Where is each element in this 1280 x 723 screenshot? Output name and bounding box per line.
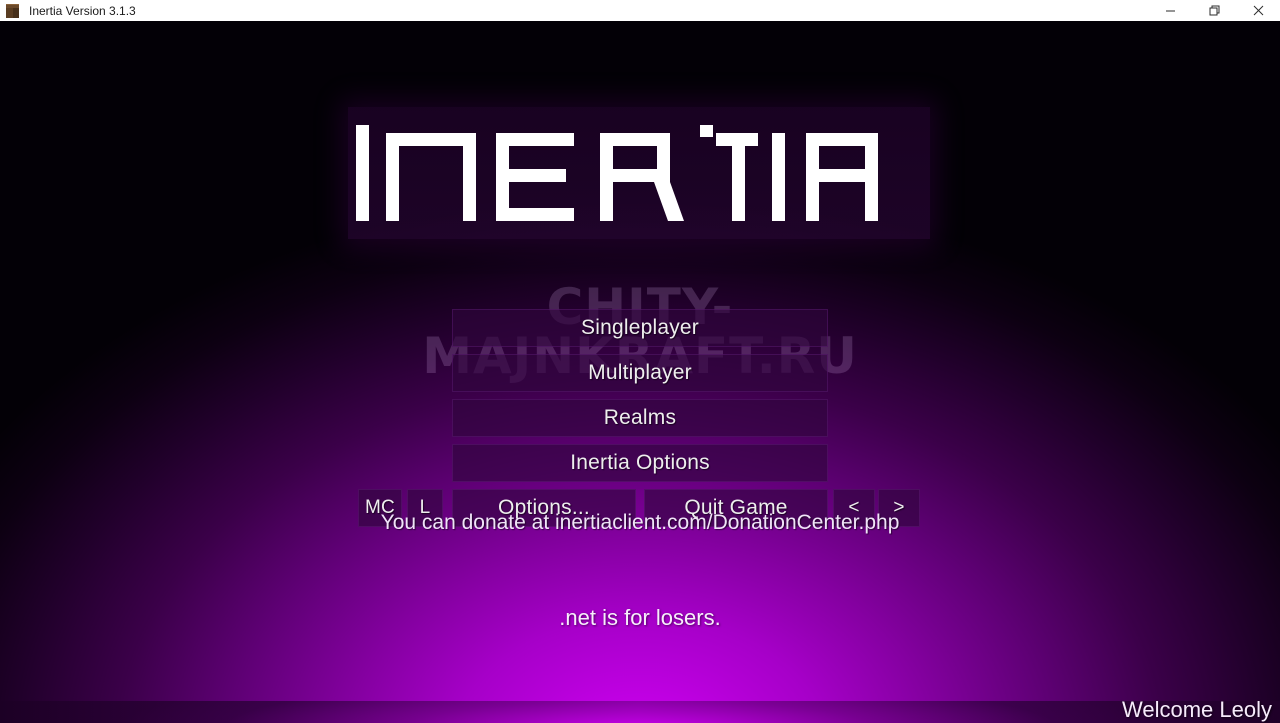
minecraft-block-icon	[5, 3, 21, 19]
minimize-icon[interactable]	[1148, 0, 1192, 21]
welcome-text: Welcome Leoly	[1122, 697, 1272, 722]
donation-text: You can donate at inertiaclient.com/Dona…	[380, 511, 900, 534]
singleplayer-button[interactable]: Singleplayer	[452, 309, 828, 347]
realms-button[interactable]: Realms	[452, 399, 828, 437]
close-icon[interactable]	[1236, 0, 1280, 21]
restore-icon[interactable]	[1192, 0, 1236, 21]
application-window: Inertia Version 3.1.3 Singleplayer Multi…	[0, 0, 1280, 723]
window-title: Inertia Version 3.1.3	[29, 3, 136, 18]
window-titlebar: Inertia Version 3.1.3	[0, 0, 1280, 21]
inertia-options-button[interactable]: Inertia Options	[452, 444, 828, 482]
multiplayer-button[interactable]: Multiplayer	[452, 354, 828, 392]
game-viewport: CHITY- MAJNKRAFT.RU	[0, 21, 1280, 723]
window-controls	[1148, 0, 1280, 21]
titlebar-left-group: Inertia Version 3.1.3	[0, 3, 1148, 19]
splash-text: .net is for losers.	[559, 605, 721, 630]
